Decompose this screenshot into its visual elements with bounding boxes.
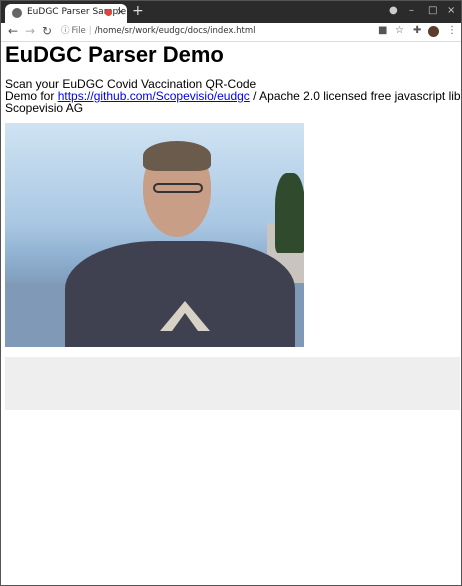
info-icon: ⓘ bbox=[61, 26, 70, 36]
browser-window: EuDGC Parser Sample × + ● – □ × ← → ↻ ⓘ F… bbox=[0, 0, 462, 586]
github-link[interactable]: https://github.com/Scopevisio/eudgc bbox=[58, 89, 250, 103]
close-window-icon[interactable]: × bbox=[447, 5, 455, 16]
demo-suffix: / Apache 2.0 licensed free javascript li… bbox=[253, 89, 461, 103]
tree-background bbox=[275, 173, 304, 253]
bookmark-star-icon[interactable]: ☆ bbox=[395, 25, 404, 36]
person-body bbox=[65, 241, 295, 347]
page-content: EuDGC Parser Demo Scan your EuDGC Covid … bbox=[1, 42, 461, 585]
maximize-icon[interactable]: □ bbox=[428, 5, 437, 16]
page-title: EuDGC Parser Demo bbox=[5, 42, 224, 67]
address-bar[interactable]: ⓘ File |/home/sr/work/eudgc/docs/index.htm… bbox=[61, 24, 361, 39]
tab-active[interactable]: EuDGC Parser Sample × bbox=[5, 4, 127, 23]
person-glasses bbox=[153, 183, 203, 193]
file-label: File bbox=[71, 26, 86, 36]
camera-icon[interactable]: ■ bbox=[378, 25, 387, 36]
title-bar: EuDGC Parser Sample × + ● – □ × bbox=[1, 1, 461, 23]
recording-icon bbox=[105, 9, 112, 16]
extensions-icon[interactable]: ✚ bbox=[413, 25, 421, 36]
media-icon[interactable]: ● bbox=[389, 5, 398, 16]
demo-line-2: Scopevisio AG bbox=[5, 101, 84, 115]
person-hair bbox=[143, 141, 211, 171]
shirt-logo-icon bbox=[160, 301, 210, 331]
globe-icon bbox=[12, 8, 22, 18]
camera-video[interactable] bbox=[5, 123, 304, 347]
toolbar: ← → ↻ ⓘ File |/home/sr/work/eudgc/docs/ind… bbox=[1, 23, 461, 42]
new-tab-button[interactable]: + bbox=[132, 3, 144, 19]
reload-icon[interactable]: ↻ bbox=[42, 24, 52, 38]
address-separator: | bbox=[88, 26, 92, 36]
profile-avatar[interactable] bbox=[428, 26, 439, 37]
minimize-icon[interactable]: – bbox=[409, 5, 414, 16]
back-icon[interactable]: ← bbox=[8, 24, 18, 38]
forward-icon[interactable]: → bbox=[25, 24, 35, 38]
address-text: /home/sr/work/eudgc/docs/index.html bbox=[94, 26, 256, 36]
menu-icon[interactable]: ⋮ bbox=[447, 25, 457, 36]
close-tab-icon[interactable]: × bbox=[116, 5, 125, 18]
qr-result-area bbox=[5, 357, 460, 410]
